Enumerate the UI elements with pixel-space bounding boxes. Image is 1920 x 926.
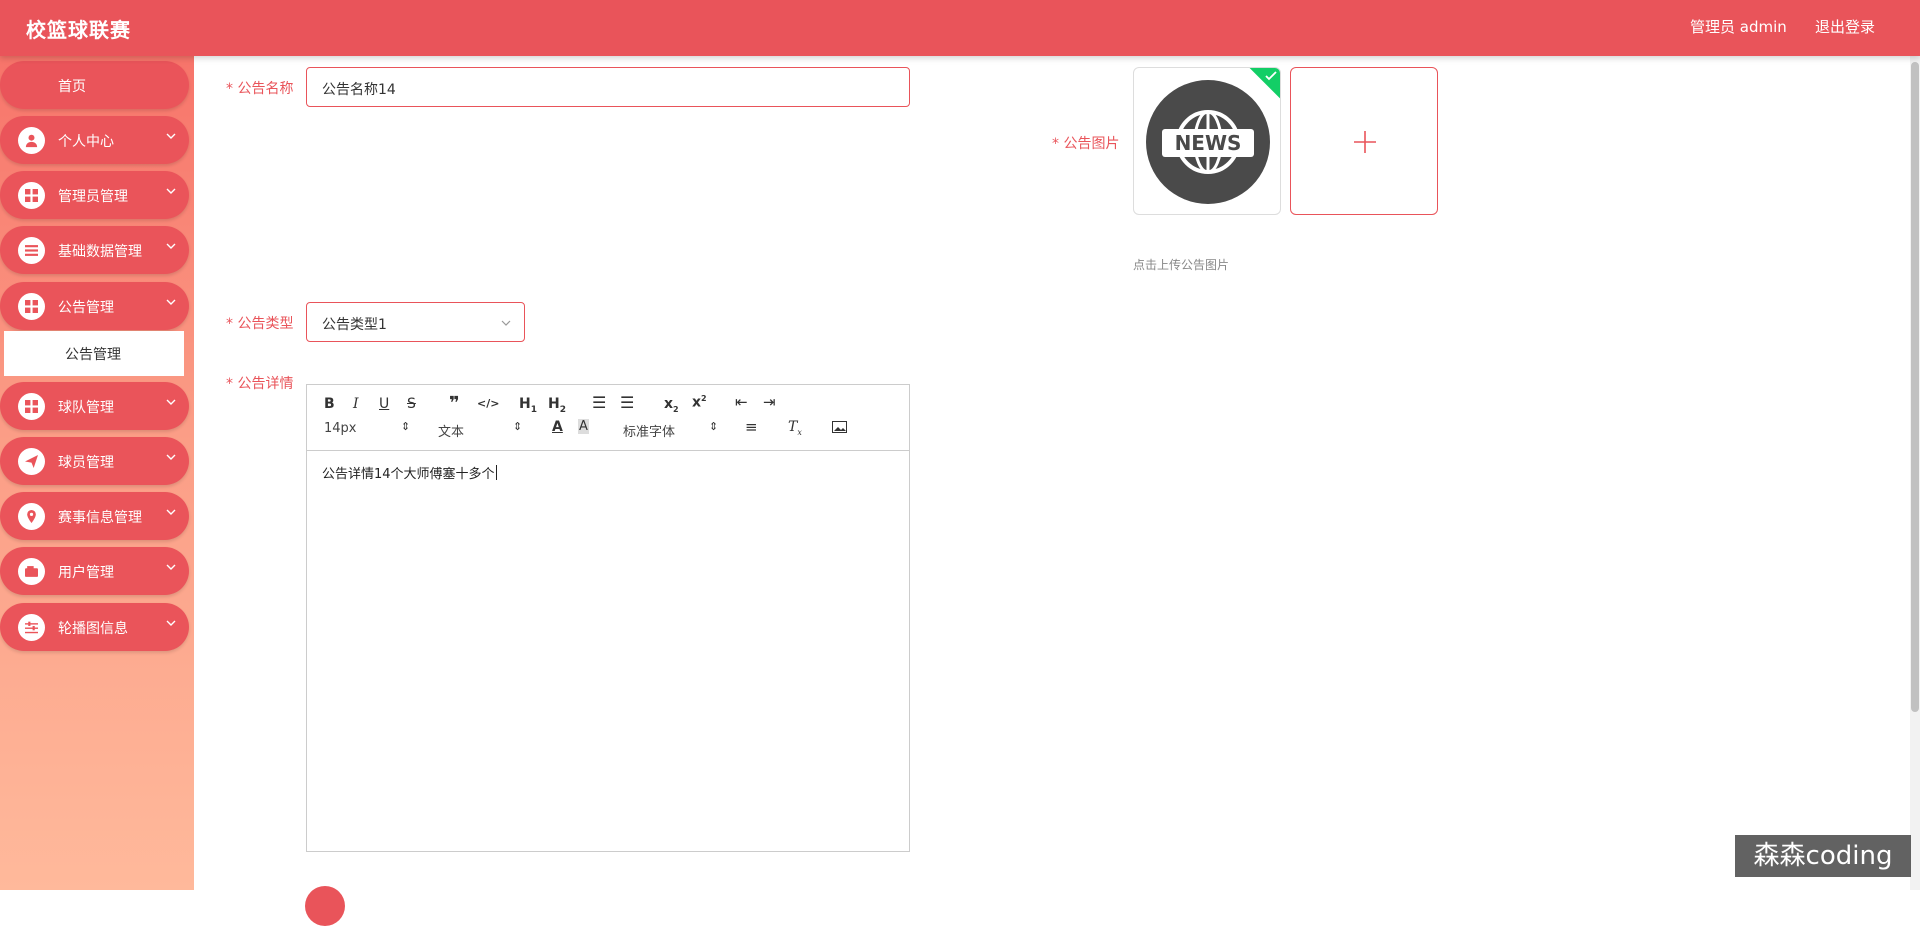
- sidebar-item-player-management[interactable]: 球员管理: [0, 437, 189, 485]
- detail-label: * 公告详情: [226, 376, 294, 392]
- editor-toolbar: B I U S ❞ </> H1 H2 ☰ ☰ x2 x2 ⇤ ⇥ 14px ⇕…: [307, 385, 909, 451]
- watermark: 森森coding: [1735, 835, 1911, 877]
- sort-arrows-icon: ⇕: [401, 420, 411, 433]
- sidebar-item-label: 球队管理: [58, 400, 114, 416]
- grid-icon: [18, 293, 45, 320]
- sidebar-item-admin-management[interactable]: 管理员管理: [0, 171, 189, 219]
- underline-icon[interactable]: U: [379, 396, 389, 412]
- chevron-down-icon: [165, 561, 177, 577]
- user-icon: [18, 127, 45, 154]
- background-color-icon[interactable]: A: [578, 419, 589, 434]
- chevron-down-icon: [165, 506, 177, 522]
- wallet-icon: [18, 558, 45, 585]
- clear-format-icon[interactable]: Tx: [788, 419, 802, 437]
- sidebar-item-label: 个人中心: [58, 134, 114, 150]
- submenu-item-label: 公告管理: [65, 347, 121, 363]
- sidebar-item-label: 球员管理: [58, 455, 114, 471]
- grid-icon: [18, 393, 45, 420]
- bold-icon[interactable]: B: [324, 396, 335, 412]
- plus-icon: [1354, 131, 1376, 153]
- heading-1-icon[interactable]: H1: [519, 396, 537, 415]
- superscript-icon[interactable]: x2: [692, 394, 707, 411]
- news-image-caption: NEWS: [1174, 131, 1242, 155]
- upload-tip: 点击上传公告图片: [1133, 258, 1230, 272]
- uploaded-image-thumbnail[interactable]: NEWS: [1133, 67, 1281, 215]
- top-header: 校篮球联赛 管理员 admin 退出登录: [0, 0, 1920, 56]
- scrollbar-thumb[interactable]: [1911, 62, 1919, 712]
- chevron-down-icon: [165, 185, 177, 201]
- image-upload-button[interactable]: [1290, 67, 1438, 215]
- editor-content[interactable]: 公告详情14个大师傅塞十多个: [322, 463, 497, 482]
- italic-icon[interactable]: I: [353, 396, 359, 412]
- code-icon[interactable]: </>: [477, 397, 499, 410]
- sidebar-item-label: 首页: [58, 79, 86, 95]
- blockquote-icon[interactable]: ❞: [449, 393, 460, 414]
- announcement-name-input[interactable]: 公告名称14: [306, 67, 910, 107]
- chevron-down-icon: [500, 317, 512, 333]
- chevron-up-icon: [165, 296, 177, 312]
- image-icon[interactable]: [832, 421, 847, 437]
- sidebar-item-label: 基础数据管理: [58, 244, 142, 260]
- chevron-down-icon: [165, 240, 177, 256]
- bullet-list-icon[interactable]: ☰: [620, 393, 634, 412]
- chevron-down-icon: [165, 617, 177, 633]
- app-title: 校篮球联赛: [26, 18, 131, 42]
- name-label: * 公告名称: [226, 81, 294, 97]
- announcement-name-value: 公告名称14: [322, 82, 396, 98]
- outdent-icon[interactable]: ⇤: [735, 393, 748, 411]
- chevron-down-icon: [165, 130, 177, 146]
- align-icon[interactable]: ≡: [745, 418, 758, 436]
- sidebar-item-label: 轮播图信息: [58, 621, 128, 637]
- editor-content-text: 公告详情14个大师傅塞十多个: [322, 467, 495, 482]
- font-size-select[interactable]: 14px: [324, 421, 357, 436]
- announcement-type-select[interactable]: 公告类型1: [306, 302, 525, 342]
- sidebar-item-basic-data-management[interactable]: 基础数据管理: [0, 226, 189, 274]
- ordered-list-icon[interactable]: ☰: [592, 393, 606, 412]
- grid-icon: [18, 182, 45, 209]
- announcement-type-value: 公告类型1: [322, 317, 387, 333]
- sidebar-item-user-management[interactable]: 用户管理: [0, 547, 189, 595]
- sidebar-item-announcement-management[interactable]: 公告管理: [0, 282, 189, 330]
- chevron-down-icon: [165, 451, 177, 467]
- sidebar-item-team-management[interactable]: 球队管理: [0, 382, 189, 430]
- heading-2-icon[interactable]: H2: [548, 396, 566, 415]
- sliders-icon: [18, 614, 45, 641]
- submenu-item-announcement-management[interactable]: 公告管理: [4, 331, 184, 376]
- font-family-select[interactable]: 标准字体: [623, 421, 675, 440]
- type-label: * 公告类型: [226, 316, 294, 332]
- rich-text-editor: B I U S ❞ </> H1 H2 ☰ ☰ x2 x2 ⇤ ⇥ 14px ⇕…: [306, 384, 910, 852]
- text-cursor: [495, 465, 497, 480]
- image-label: * 公告图片: [1052, 136, 1120, 152]
- block-format-select[interactable]: 文本: [438, 421, 464, 440]
- send-icon: [18, 448, 45, 475]
- sidebar-item-label: 赛事信息管理: [58, 510, 142, 526]
- indent-icon[interactable]: ⇥: [763, 393, 776, 411]
- strikethrough-icon[interactable]: S: [407, 396, 416, 412]
- logout-button[interactable]: 退出登录: [1815, 16, 1875, 37]
- sidebar-item-home[interactable]: 首页: [0, 61, 189, 109]
- submit-button[interactable]: [305, 886, 345, 926]
- admin-user-label: 管理员 admin: [1690, 18, 1787, 36]
- sidebar-item-carousel-info[interactable]: 轮播图信息: [0, 603, 189, 651]
- location-icon: [18, 503, 45, 530]
- font-color-icon[interactable]: A: [552, 419, 563, 435]
- sidebar-item-label: 公告管理: [58, 300, 114, 316]
- sort-arrows-icon: ⇕: [709, 420, 719, 433]
- sort-arrows-icon: ⇕: [513, 420, 523, 433]
- list-icon: [18, 237, 45, 264]
- chevron-down-icon: [165, 396, 177, 412]
- sidebar-item-label: 用户管理: [58, 565, 114, 581]
- subscript-icon[interactable]: x2: [664, 396, 679, 414]
- sidebar-item-event-management[interactable]: 赛事信息管理: [0, 492, 189, 540]
- sidebar-item-personal-center[interactable]: 个人中心: [0, 116, 189, 164]
- sidebar-item-label: 管理员管理: [58, 189, 128, 205]
